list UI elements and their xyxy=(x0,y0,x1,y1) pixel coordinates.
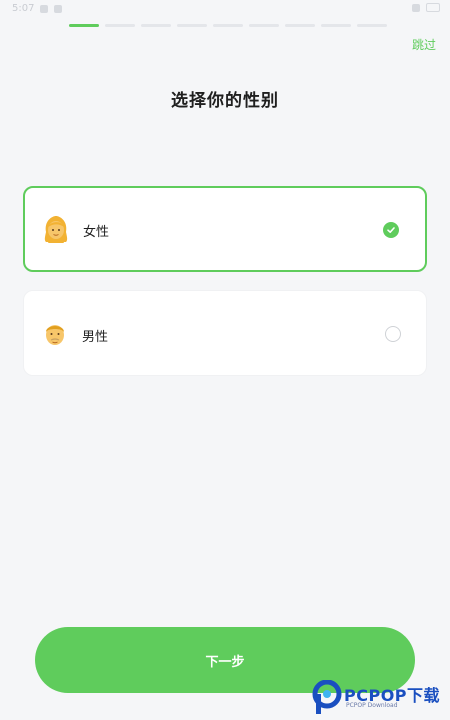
watermark-sub: PCPOP Download xyxy=(346,702,398,709)
onboarding-progress xyxy=(69,24,387,27)
progress-segment xyxy=(285,24,315,27)
progress-segment xyxy=(141,24,171,27)
gender-option-label: 男性 xyxy=(82,330,109,345)
radio-icon xyxy=(385,326,401,342)
woman-face-icon xyxy=(44,216,68,243)
notification-icon xyxy=(54,4,63,13)
progress-segment xyxy=(177,24,207,27)
progress-segment xyxy=(105,24,135,27)
man-face-icon xyxy=(46,325,64,345)
progress-segment xyxy=(321,24,351,27)
progress-segment xyxy=(357,24,387,27)
wifi-icon xyxy=(412,3,420,12)
watermark-logo: PCPOP下载 PCPOP Download xyxy=(312,679,450,720)
battery-icon xyxy=(426,3,440,12)
gender-option-label: 女性 xyxy=(83,225,110,240)
progress-segment xyxy=(213,24,243,27)
pcpop-logo-icon xyxy=(312,679,342,714)
gender-option-male[interactable]: 男性 xyxy=(23,290,427,376)
page-title: 选择你的性别 xyxy=(171,91,279,111)
checkmark-icon xyxy=(383,222,399,238)
skip-button[interactable]: 跳过 xyxy=(412,36,436,53)
notification-icon xyxy=(40,4,49,13)
status-bar: 5:07 xyxy=(0,0,450,18)
status-time: 5:07 xyxy=(12,3,35,14)
progress-segment xyxy=(69,24,99,27)
gender-option-female[interactable]: 女性 xyxy=(23,186,427,272)
progress-segment xyxy=(249,24,279,27)
